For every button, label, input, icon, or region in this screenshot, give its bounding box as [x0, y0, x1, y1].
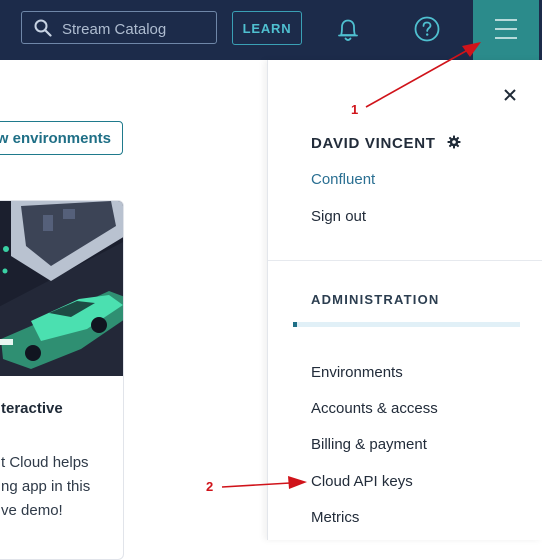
- demo-card-text-line: t Cloud helps: [1, 454, 89, 471]
- menu-item-accounts-access[interactable]: Accounts & access: [311, 400, 438, 417]
- bell-icon[interactable]: [333, 15, 363, 45]
- close-icon[interactable]: [503, 88, 517, 102]
- search-icon: [34, 19, 52, 37]
- menu-item-environments[interactable]: Environments: [311, 364, 403, 381]
- demo-card-title: teractive: [1, 400, 63, 417]
- demo-card-text-line: ng app in this: [1, 478, 91, 495]
- panel-divider: [268, 260, 542, 261]
- menu-item-cloud-api-keys[interactable]: Cloud API keys: [311, 473, 413, 490]
- demo-card-text-line: ve demo!: [1, 502, 63, 519]
- demo-card-illustration: [0, 201, 123, 376]
- main-menu-button[interactable]: [473, 0, 539, 60]
- annotation-label-2: 2: [206, 479, 214, 494]
- hamburger-icon: [495, 19, 517, 39]
- administration-heading: ADMINISTRATION: [311, 292, 440, 307]
- sign-out-link[interactable]: Sign out: [311, 208, 366, 225]
- annotation-label-1: 1: [351, 102, 359, 117]
- learn-button[interactable]: LEARN: [232, 11, 302, 45]
- search-input[interactable]: [60, 17, 214, 41]
- view-environments-button[interactable]: w environments: [0, 121, 123, 155]
- administration-section-indicator: [293, 322, 520, 327]
- menu-item-metrics[interactable]: Metrics: [311, 509, 359, 526]
- search-box[interactable]: [21, 11, 217, 44]
- top-navigation-bar: LEARN: [0, 0, 542, 60]
- organization-link[interactable]: Confluent: [311, 171, 375, 188]
- menu-item-billing-payment[interactable]: Billing & payment: [311, 436, 427, 453]
- help-icon[interactable]: [413, 15, 441, 43]
- user-name: DAVID VINCENT: [311, 135, 436, 152]
- demo-card[interactable]: teractive t Cloud helps ng app in this v…: [0, 200, 124, 560]
- gear-icon[interactable]: [447, 135, 461, 149]
